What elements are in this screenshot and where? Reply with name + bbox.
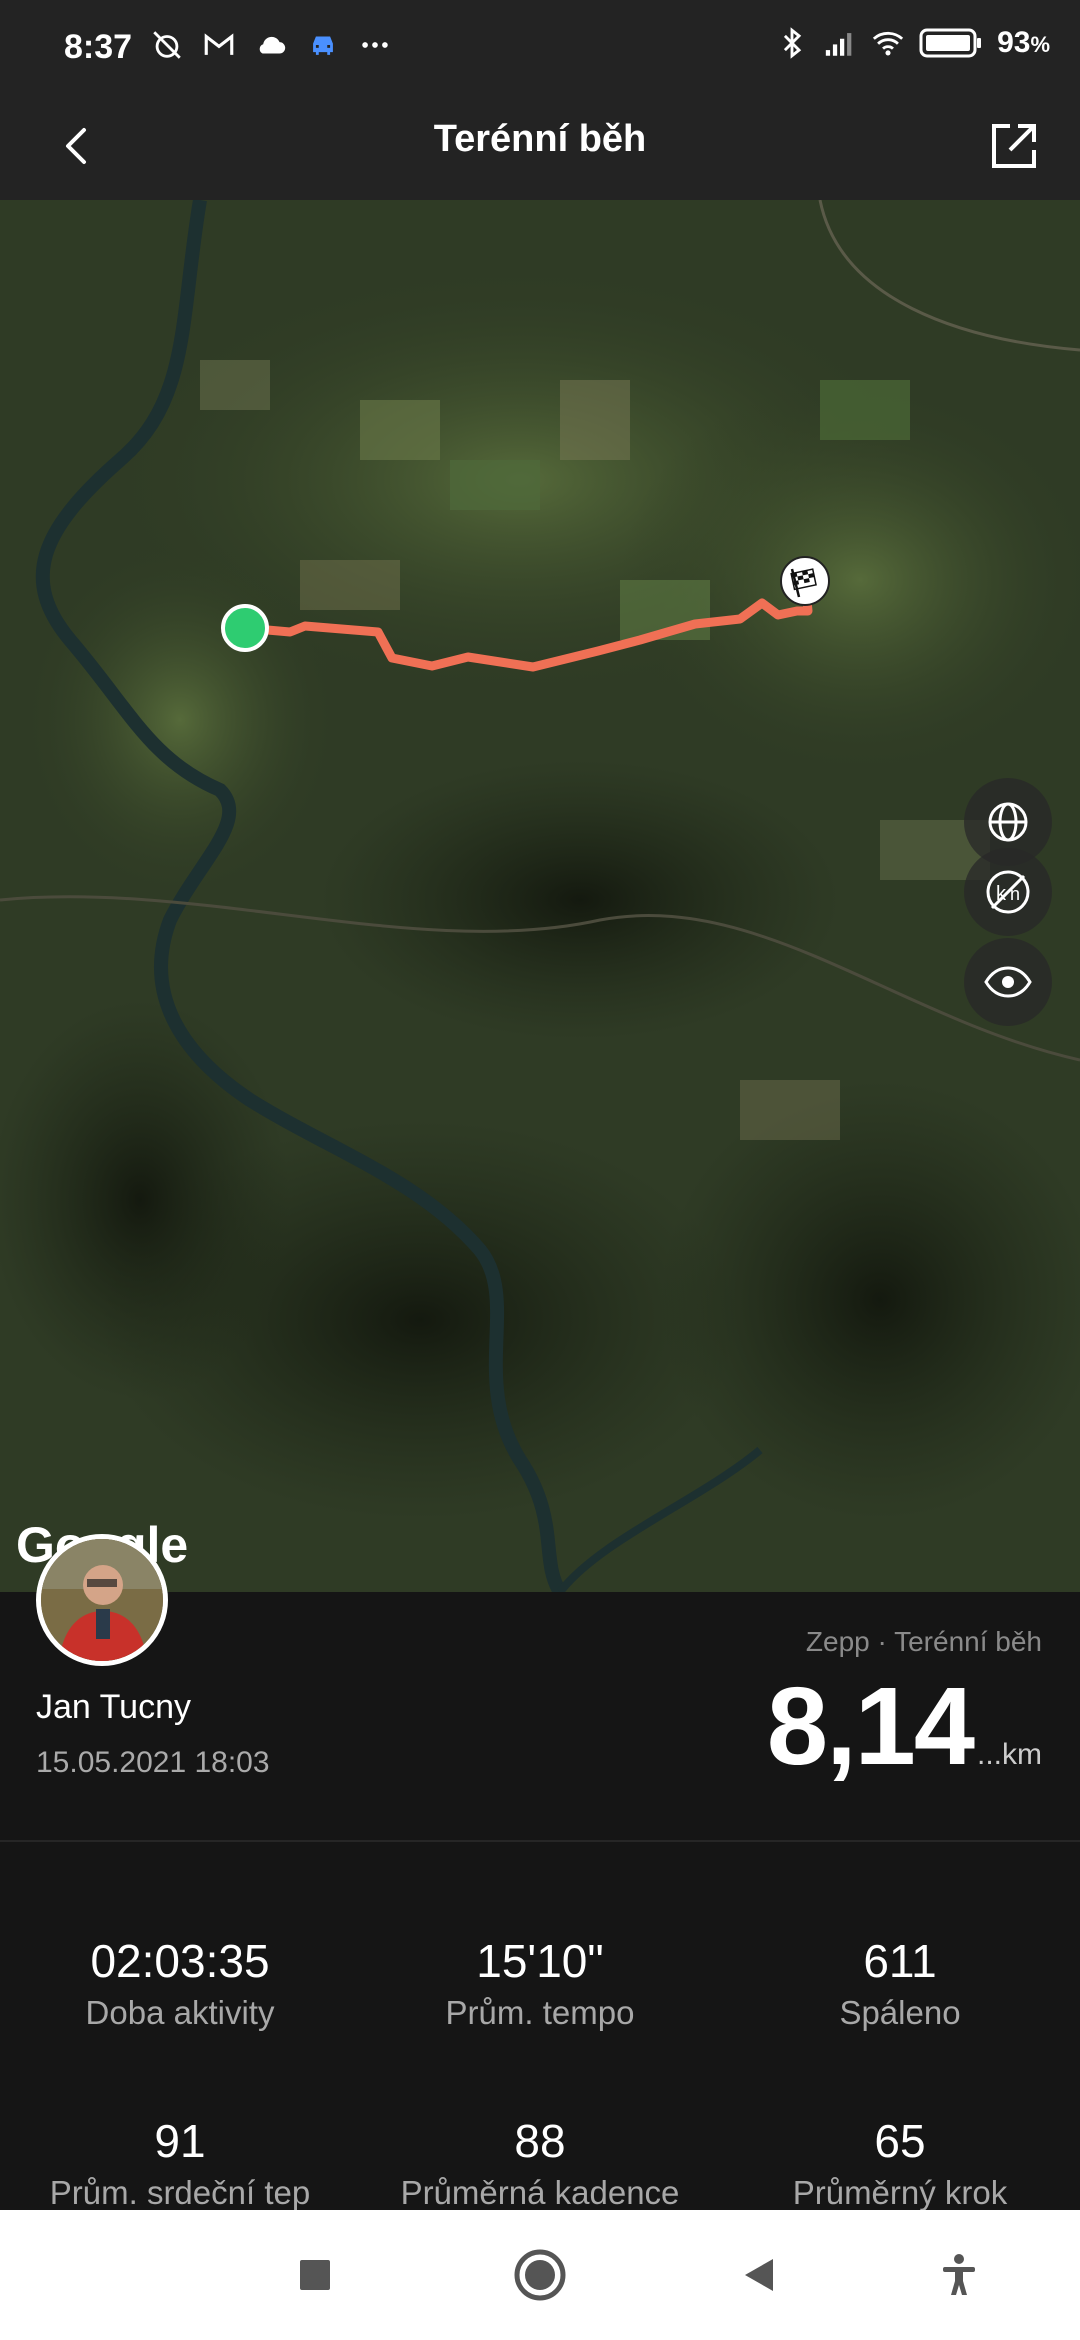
avatar[interactable] [36,1534,168,1666]
system-icons: 93% [775,26,1050,60]
distance-value: 8,14 [766,1665,975,1788]
home-circle-icon [514,2249,566,2301]
car-icon [313,36,333,55]
route-map[interactable]: kn Google [0,200,1080,1592]
user-photo [41,1539,163,1661]
battery-icon [919,28,982,58]
km-off-icon: kn [986,870,1030,914]
accessibility-icon [943,2254,975,2295]
distance-unit: ...km [977,1738,1042,1771]
status-time: 8:37 [64,28,133,66]
cloud-icon [259,36,286,54]
stat-label: Průměrná kadence [400,2174,680,2211]
triangle-back-icon [745,2259,773,2291]
stat-heart-rate: 91 Prům. srdeční tep [0,2114,360,2212]
stat-cadence: 88 Průměrná kadence [360,2114,720,2212]
recents-button[interactable] [280,2240,350,2310]
stat-value: 65 [874,2115,926,2167]
status-bar: 8:37 93% [0,0,1080,92]
system-nav-bar [0,2210,1080,2340]
bluetooth-icon [783,27,802,59]
stat-value: 02:03:35 [90,1935,270,1987]
km-markers-toggle-button[interactable]: kn [964,848,1052,936]
wifi-icon [872,31,904,56]
gmail-icon [204,33,234,55]
stat-value: 611 [863,1935,937,1987]
battery-percent: 93% [997,26,1050,59]
page-title: Terénní běh [433,118,647,160]
square-icon [300,2260,330,2290]
stats-grid: 02:03:35 Doba aktivity 15'10" Prům. temp… [0,1844,1080,2212]
home-button[interactable] [505,2240,575,2310]
stat-value: 88 [514,2115,566,2167]
route-line [240,585,813,672]
globe-icon [988,802,1028,842]
stat-value: 91 [154,2115,206,2167]
activity-source: Zepp · Terénní běh [805,1626,1042,1657]
more-icon [362,42,388,48]
stat-pace: 15'10" Prům. tempo [360,1934,720,2032]
activity-date: 15.05.2021 18:03 [36,1746,270,1779]
stat-value: 15'10" [476,1935,604,1987]
stat-stride: 65 Průměrný krok [720,2114,1080,2212]
user-name: Jan Tucny [36,1688,191,1726]
distance-display: 8,14 ...km [767,1672,1042,1782]
signal-icon [825,33,852,56]
notification-icons [150,28,392,62]
stat-duration: 02:03:35 Doba aktivity [0,1934,360,2032]
eye-icon [984,966,1032,998]
stat-label: Prům. tempo [445,1994,635,2031]
visibility-toggle-button[interactable] [964,938,1052,1026]
stat-calories: 611 Spáleno [720,1934,1080,2032]
stat-label: Doba aktivity [85,1994,275,2031]
alarm-off-icon [153,31,181,59]
accessibility-button[interactable] [924,2240,994,2310]
stat-label: Prům. srdeční tep [49,2174,311,2211]
app-header: Terénní běh [0,92,1080,200]
stat-label: Průměrný krok [792,2174,1008,2211]
stat-label: Spáleno [839,1994,961,2031]
share-icon[interactable] [984,116,1044,176]
finish-flag-icon [780,556,830,606]
back-nav-button[interactable] [724,2240,794,2310]
route-track [221,556,830,672]
start-marker [221,604,269,652]
